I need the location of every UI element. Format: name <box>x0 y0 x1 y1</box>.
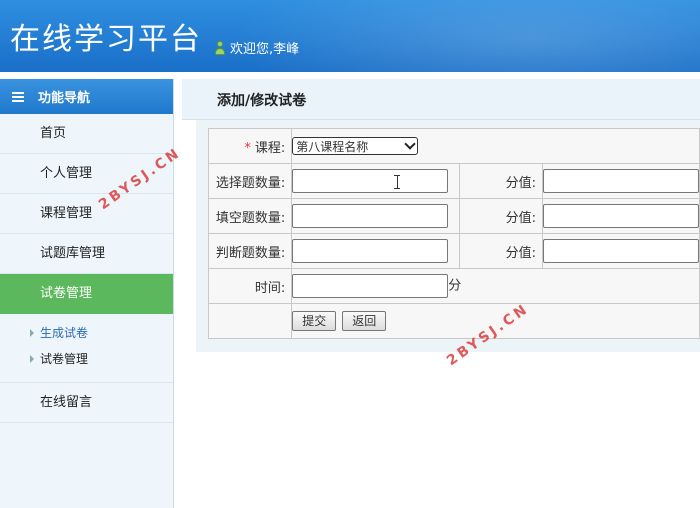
list-icon <box>12 91 24 102</box>
judge-count-cell <box>291 233 460 269</box>
choice-score-cell <box>541 163 700 199</box>
fill-count-cell <box>291 198 460 234</box>
sidebar-item-question-bank[interactable]: 试题库管理 <box>0 234 173 274</box>
caret-right-icon <box>30 329 34 337</box>
form-row-time: 时间: 分 <box>207 268 700 304</box>
choice-count-input[interactable] <box>292 169 449 193</box>
sidebar-header: 功能导航 <box>0 79 173 114</box>
user-icon <box>214 40 226 55</box>
time-label: 时间: <box>207 268 293 304</box>
sidebar: 功能导航 首页 个人管理 课程管理 试题库管理 试卷管理 生成试卷 试卷管理 在… <box>0 79 174 508</box>
form-row-course: * 课程: 第八课程名称 <box>207 128 700 164</box>
sidebar-item-exam[interactable]: 试卷管理 <box>0 274 173 314</box>
exam-form: * 课程: 第八课程名称 选择题数量: 分值: 填空题数量: 分值: 判断题数量:… <box>207 128 700 339</box>
submenu-item-exam-manage[interactable]: 试卷管理 <box>0 346 173 372</box>
fill-score-label: 分值: <box>458 198 543 234</box>
submenu-item-generate-exam[interactable]: 生成试卷 <box>0 320 173 346</box>
back-button[interactable]: 返回 <box>342 311 387 331</box>
sidebar-title: 功能导航 <box>38 91 91 106</box>
app-header: 在线学习平台 欢迎您,李峰 <box>0 0 700 72</box>
welcome-text: 欢迎您,李峰 <box>230 42 300 57</box>
form-row-judge: 判断题数量: 分值: <box>207 233 700 269</box>
sidebar-submenu: 生成试卷 试卷管理 <box>0 314 173 383</box>
welcome-area: 欢迎您,李峰 <box>214 38 299 57</box>
submenu-item-label: 生成试卷 <box>40 326 89 340</box>
submenu-item-label: 试卷管理 <box>40 352 89 366</box>
form-row-choice: 选择题数量: 分值: <box>207 163 700 199</box>
course-label-cell: * 课程: <box>207 128 293 164</box>
actions-spacer <box>207 303 293 339</box>
form-row-actions: 提交 返回 <box>207 303 700 339</box>
judge-score-input[interactable] <box>542 239 699 263</box>
judge-count-label: 判断题数量: <box>207 233 293 269</box>
choice-count-cell <box>291 163 460 199</box>
required-mark: * <box>244 140 251 156</box>
time-cell: 分 <box>291 268 700 304</box>
time-input[interactable] <box>292 274 449 298</box>
time-unit: 分 <box>448 278 462 294</box>
choice-score-label: 分值: <box>458 163 543 199</box>
sidebar-item-home[interactable]: 首页 <box>0 114 173 154</box>
judge-score-cell <box>541 233 700 269</box>
judge-count-input[interactable] <box>292 239 449 263</box>
fill-score-input[interactable] <box>542 204 699 228</box>
page-title: 添加/修改试卷 <box>217 93 307 109</box>
text-cursor-icon <box>394 175 400 189</box>
fill-count-input[interactable] <box>292 204 449 228</box>
course-field-cell: 第八课程名称 <box>291 128 700 164</box>
choice-count-label: 选择题数量: <box>207 163 293 199</box>
fill-score-cell <box>541 198 700 234</box>
app-title: 在线学习平台 <box>10 22 202 57</box>
fill-count-label: 填空题数量: <box>207 198 293 234</box>
chevron-down-icon <box>404 138 416 150</box>
course-select-value: 第八课程名称 <box>296 139 369 154</box>
main-title-bar: 添加/修改试卷 <box>182 79 700 120</box>
header-shine <box>230 0 700 72</box>
form-row-fill: 填空题数量: 分值: <box>207 198 700 234</box>
course-label: 课程: <box>254 140 286 156</box>
course-select[interactable]: 第八课程名称 <box>292 137 419 155</box>
choice-score-input[interactable] <box>542 169 699 193</box>
caret-right-icon <box>30 355 34 363</box>
sidebar-item-course[interactable]: 课程管理 <box>0 194 173 234</box>
sidebar-item-messages[interactable]: 在线留言 <box>0 383 173 423</box>
judge-score-label: 分值: <box>458 233 543 269</box>
submit-button[interactable]: 提交 <box>292 311 337 331</box>
